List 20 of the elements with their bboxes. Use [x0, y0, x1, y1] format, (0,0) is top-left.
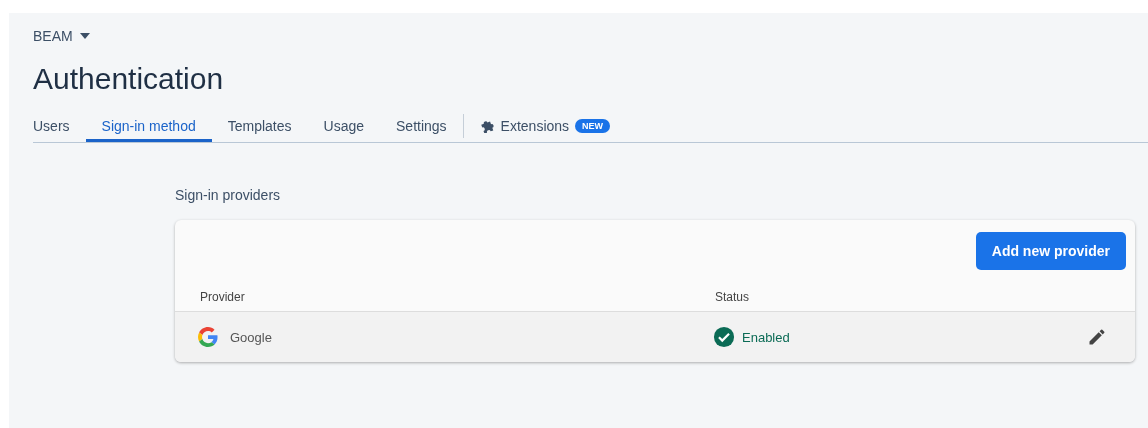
- project-name[interactable]: BEAM: [33, 28, 73, 44]
- status-text: Enabled: [742, 329, 790, 345]
- edit-pencil-icon[interactable]: [1087, 327, 1107, 347]
- tab[interactable]: Extensions NEW: [463, 109, 627, 142]
- google-g-icon: [198, 327, 218, 347]
- column-header: Provider: [200, 289, 246, 304]
- column-header: Status: [715, 289, 751, 304]
- add-provider-button[interactable]: Add new provider: [975, 232, 1126, 270]
- tab[interactable]: Settings: [380, 109, 463, 142]
- tab[interactable]: Sign-in method: [85, 109, 212, 142]
- puzzle-icon: [479, 118, 495, 133]
- dropdown-caret-icon[interactable]: [79, 33, 90, 39]
- provider-row[interactable]: Google Enabled: [175, 312, 1135, 362]
- tab[interactable]: Templates: [211, 109, 308, 142]
- new-badge: NEW: [575, 118, 611, 133]
- provider-name: Google: [230, 329, 272, 345]
- tab[interactable]: Users: [33, 109, 86, 142]
- page-title: Authentication: [33, 61, 225, 97]
- tab[interactable]: Usage: [307, 109, 380, 142]
- section-title: Sign-in providers: [175, 187, 282, 203]
